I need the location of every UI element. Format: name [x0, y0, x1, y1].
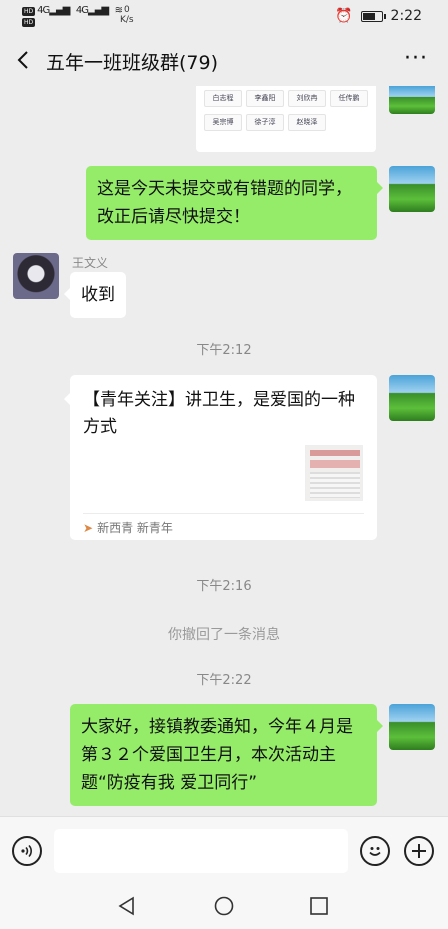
chevron-left-icon[interactable] — [12, 48, 36, 72]
triangle-back-icon[interactable] — [115, 894, 139, 918]
sender-name: 王文义 — [72, 256, 109, 270]
status-bar: HD 4G▂▄▆ 4G▂▄▆ ≋ HD 0 K/s ⏰ 2:22 — [0, 0, 448, 34]
hd-badge-2: HD — [22, 18, 36, 27]
more-dots-icon[interactable]: ··· — [404, 46, 428, 71]
timestamp: 下午2:16 — [196, 579, 252, 594]
article-card[interactable]: 【青年关注】讲卫生，是爱国的一种方式 ➤ 新西青 新青年 — [64, 375, 377, 540]
timestamp: 下午2:12 — [196, 343, 252, 358]
signal-icon: 4G▂▄▆ — [37, 5, 70, 16]
hd-badge: HD — [22, 7, 36, 16]
signal-icon-2: 4G▂▄▆ — [75, 5, 109, 16]
name-chip: 李鑫阳 — [246, 90, 284, 107]
name-chip: 任传鹏 — [330, 90, 368, 107]
status-right: ⏰ 2:22 — [335, 8, 422, 24]
plus-icon[interactable] — [404, 836, 434, 866]
article-title: 【青年关注】讲卫生，是爱国的一种方式 — [83, 390, 355, 437]
network-speed: 0 K/s — [120, 5, 134, 25]
divider — [83, 513, 364, 514]
message-bubble-mine[interactable]: 大家好，接镇教委通知，今年４月是第３２个爱国卫生月，本次活动主题“防疫有我 爱卫… — [70, 704, 383, 806]
emoji-icon[interactable] — [360, 836, 390, 866]
my-avatar[interactable] — [389, 704, 435, 750]
my-avatar[interactable] — [389, 375, 435, 421]
square-recent-icon[interactable] — [307, 894, 331, 918]
chat-title: 五年一班班级群(79) — [46, 52, 219, 74]
name-chip: 刘欣冉 — [288, 90, 326, 107]
timestamp: 下午2:22 — [196, 673, 252, 688]
names-image-card[interactable]: 白志程 李鑫阳 刘欣冉 任传鹏 吴宗博 徐子淳 赵晓泽 — [196, 86, 376, 152]
name-chip: 白志程 — [204, 90, 242, 107]
message-list[interactable]: 白志程 李鑫阳 刘欣冉 任传鹏 吴宗博 徐子淳 赵晓泽 这是今天未提交或有错题的… — [0, 86, 448, 816]
message-bubble-mine[interactable]: 这是今天未提交或有错题的同学，改正后请尽快提交！ — [86, 166, 383, 240]
network-indicators: HD 4G▂▄▆ 4G▂▄▆ ≋ HD — [22, 5, 126, 27]
source-logo-icon: ➤ — [83, 520, 94, 535]
chat-header: 五年一班班级群(79) ··· — [0, 34, 448, 86]
voice-icon[interactable] — [12, 836, 42, 866]
input-bar — [0, 816, 448, 882]
message-bubble-other[interactable]: 收到 — [64, 272, 126, 318]
sender-avatar[interactable] — [13, 253, 59, 299]
system-nav-bar — [0, 882, 448, 929]
name-chip: 吴宗博 — [204, 114, 242, 131]
my-avatar[interactable] — [389, 166, 435, 212]
status-time: 2:22 — [390, 8, 422, 24]
circle-home-icon[interactable] — [212, 894, 236, 918]
article-source: ➤ 新西青 新青年 — [83, 520, 173, 536]
recall-notice: 你撤回了一条消息 — [168, 627, 280, 643]
battery-icon — [360, 10, 386, 22]
name-chip: 徐子淳 — [246, 114, 284, 131]
article-thumbnail — [305, 445, 363, 501]
alarm-icon: ⏰ — [335, 8, 353, 24]
message-input[interactable] — [54, 829, 348, 873]
name-chip: 赵晓泽 — [288, 114, 326, 131]
my-avatar[interactable] — [389, 86, 435, 114]
